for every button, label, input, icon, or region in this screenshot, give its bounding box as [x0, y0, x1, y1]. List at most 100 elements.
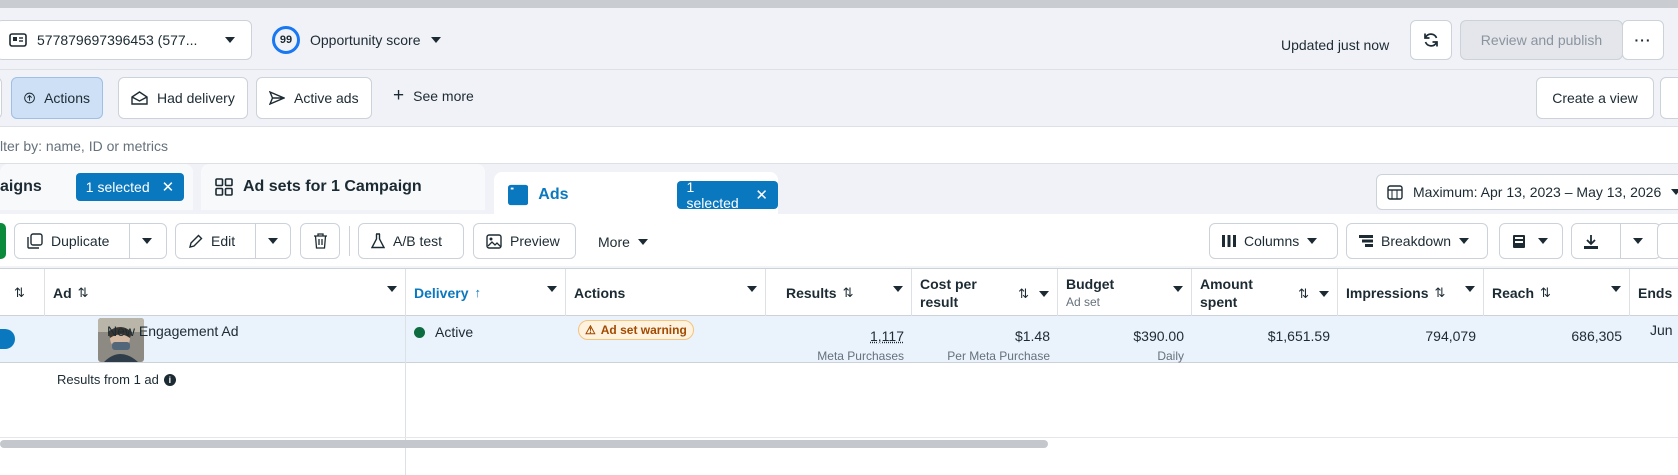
filter-actions-label: Actions: [44, 90, 90, 106]
sort-icon[interactable]: ⇅: [1540, 285, 1551, 301]
table-row[interactable]: New Engagement Ad Active ⚠ Ad set warnin…: [0, 316, 1678, 363]
column-header-reach[interactable]: Reach ⇅: [1484, 269, 1630, 316]
more-options-button[interactable]: ···: [1622, 20, 1664, 60]
chevron-down-icon: [1633, 238, 1644, 244]
trash-icon: [313, 233, 327, 249]
filter-actions[interactable]: Actions: [11, 77, 103, 119]
info-icon[interactable]: i: [163, 373, 176, 386]
chevron-down-icon[interactable]: [1465, 286, 1475, 292]
chevron-down-icon[interactable]: [747, 286, 757, 292]
chevron-down-icon[interactable]: [1173, 286, 1183, 292]
duplicate-split-button[interactable]: Duplicate: [14, 223, 167, 259]
close-icon[interactable]: ✕: [755, 186, 768, 204]
see-more-label: See more: [413, 88, 474, 104]
table-header: ⇅ Ad ⇅ Delivery ↑ Actions Results ⇅ Cost pe…: [0, 268, 1678, 316]
ab-test-label: A/B test: [393, 233, 443, 249]
create-button-edge[interactable]: [0, 223, 6, 259]
envelope-icon: [131, 91, 148, 105]
column-header-results[interactable]: Results ⇅: [766, 269, 912, 316]
reports-dropdown[interactable]: [1499, 223, 1563, 259]
row-actions-cell: ⚠ Ad set warning: [566, 316, 766, 363]
row-results-cell: 1,117 Meta Purchases: [766, 316, 912, 363]
refresh-button[interactable]: [1410, 20, 1452, 60]
sort-icon[interactable]: ⇅: [14, 285, 25, 301]
ab-test-button[interactable]: A/B test: [358, 223, 464, 259]
chevron-down-icon[interactable]: [547, 286, 557, 292]
edit-split-button[interactable]: Edit: [175, 223, 291, 259]
ad-name[interactable]: New Engagement Ad: [107, 323, 239, 339]
preview-button[interactable]: Preview: [473, 223, 576, 259]
delete-button[interactable]: [300, 223, 340, 259]
chevron-down-icon[interactable]: [893, 286, 903, 292]
export-button[interactable]: [1572, 224, 1612, 258]
duplicate-dropdown[interactable]: [129, 224, 166, 258]
column-header-delivery[interactable]: Delivery ↑: [406, 269, 566, 316]
tab-ad-sets[interactable]: Ad sets for 1 Campaign: [201, 164, 485, 210]
chevron-down-icon: [1671, 189, 1678, 195]
more-actions-dropdown[interactable]: More: [598, 234, 648, 250]
sort-icon[interactable]: ⇅: [1018, 286, 1029, 302]
scroll-track: [0, 437, 1678, 438]
filter-had-delivery[interactable]: Had delivery: [118, 77, 248, 119]
column-ends-label: Ends: [1638, 284, 1673, 301]
sort-icon[interactable]: ⇅: [843, 285, 854, 301]
chevron-down-icon[interactable]: [1319, 291, 1329, 297]
tab-ads[interactable]: Ads 1 selected ✕: [494, 172, 778, 218]
edit-button[interactable]: Edit: [176, 224, 247, 258]
sort-icon[interactable]: ⇅: [1434, 285, 1445, 301]
export-dropdown[interactable]: [1620, 224, 1660, 258]
chevron-down-icon[interactable]: [387, 286, 397, 292]
column-header-cost-per-result[interactable]: Cost per result ⇅: [912, 269, 1058, 316]
column-divider: [405, 363, 406, 475]
chevron-down-icon[interactable]: [1039, 291, 1049, 297]
filter-edge-button[interactable]: [0, 77, 2, 119]
account-selector[interactable]: 577879697396453 (577...: [0, 20, 252, 60]
review-and-publish-button[interactable]: Review and publish: [1460, 20, 1623, 60]
more-icon: ···: [1634, 32, 1652, 48]
edit-label: Edit: [211, 233, 236, 249]
search-placeholder: lter by: name, ID or metrics: [0, 138, 169, 154]
duplicate-button[interactable]: Duplicate: [15, 224, 121, 258]
campaigns-selected-pill[interactable]: 1 selected ✕: [75, 173, 185, 201]
cost-per-result-sub: Per Meta Purchase: [947, 349, 1050, 363]
row-ends-cell: Jun: [1630, 316, 1678, 363]
see-more-button[interactable]: + See more: [393, 85, 474, 106]
date-range-picker[interactable]: Maximum: Apr 13, 2023 – May 13, 2026: [1376, 174, 1678, 210]
tab-campaigns[interactable]: aigns 1 selected ✕: [0, 164, 193, 210]
columns-label: Columns: [1244, 233, 1300, 249]
plus-icon: +: [393, 85, 405, 106]
sort-icon[interactable]: ⇅: [1298, 286, 1309, 302]
column-results-label: Results: [786, 284, 837, 301]
breakdown-dropdown[interactable]: Breakdown: [1346, 223, 1488, 259]
close-icon[interactable]: ✕: [162, 178, 175, 196]
sort-ascending-icon[interactable]: ↑: [474, 285, 481, 300]
results-value[interactable]: 1,117: [870, 328, 904, 344]
account-icon: [9, 33, 27, 47]
column-header-ends[interactable]: Ends: [1630, 269, 1678, 316]
columns-dropdown[interactable]: Columns: [1209, 223, 1338, 259]
edit-dropdown[interactable]: [255, 224, 290, 258]
breakdown-label: Breakdown: [1381, 233, 1452, 249]
export-split-button[interactable]: [1571, 223, 1661, 259]
chart-button[interactable]: [1657, 223, 1678, 259]
sort-icon[interactable]: ⇅: [78, 285, 89, 301]
filter-had-delivery-label: Had delivery: [157, 90, 235, 106]
chevron-down-icon[interactable]: [1611, 286, 1621, 292]
column-cost-label-1: Cost per: [920, 275, 977, 292]
ads-selected-pill[interactable]: 1 selected ✕: [676, 179, 778, 211]
column-header-budget[interactable]: Budget Ad set: [1058, 269, 1192, 316]
column-header-ad[interactable]: Ad ⇅: [45, 269, 406, 316]
filter-active-ads[interactable]: Active ads: [256, 77, 372, 119]
column-header-impressions[interactable]: Impressions ⇅: [1338, 269, 1484, 316]
select-column-header[interactable]: ⇅: [0, 269, 45, 316]
filter-search-input[interactable]: lter by: name, ID or metrics: [0, 126, 1678, 164]
row-toggle[interactable]: [0, 329, 15, 349]
ends-value: Jun: [1650, 322, 1673, 338]
ad-set-warning-badge[interactable]: ⚠ Ad set warning: [578, 320, 694, 340]
horizontal-scrollbar[interactable]: [0, 440, 1048, 448]
column-header-actions[interactable]: Actions: [566, 269, 766, 316]
create-view-button[interactable]: Create a view: [1536, 77, 1654, 119]
opportunity-score-dropdown[interactable]: 99 Opportunity score: [272, 26, 441, 54]
view-settings-button[interactable]: [1660, 77, 1678, 119]
column-header-amount-spent[interactable]: Amount spent ⇅: [1192, 269, 1338, 316]
